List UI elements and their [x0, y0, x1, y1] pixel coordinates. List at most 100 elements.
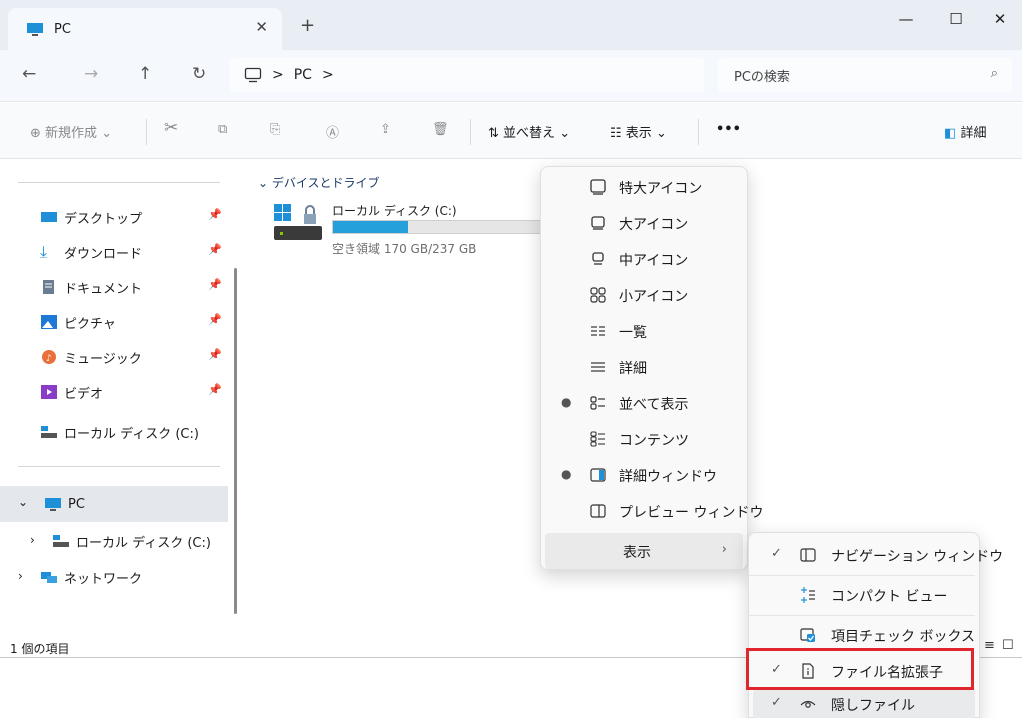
details-icon — [589, 358, 607, 376]
sidebar-item-downloads[interactable]: ⤓ ダウンロード 📌 — [0, 235, 228, 269]
menu-item-label: 中アイコン — [619, 253, 689, 269]
search-input[interactable]: PCの検索 — [734, 66, 790, 85]
chevron-right-icon: › — [721, 542, 727, 557]
forward-icon[interactable]: → — [84, 64, 98, 84]
new-button[interactable]: ⊕ 新規作成 ⌄ — [30, 122, 112, 141]
pin-icon[interactable]: 📌 — [208, 208, 222, 221]
maximize-icon[interactable]: ☐ — [934, 6, 978, 36]
sidebar-item-pc[interactable]: ⌄ PC — [0, 486, 228, 522]
extra-large-icons-icon — [589, 178, 607, 196]
copy-icon[interactable]: ⧉ — [218, 122, 227, 137]
chevron-down-icon[interactable]: ⌄ — [18, 495, 28, 509]
content-icon — [589, 430, 607, 448]
local-disk-icon — [53, 535, 69, 547]
sidebar-item-label: ローカル ディスク (C:) — [64, 426, 199, 442]
delete-icon[interactable]: 🗑 — [432, 122, 449, 137]
add-icon: ⊕ — [30, 126, 41, 141]
menu-item-details-pane[interactable]: ● 詳細ウィンドウ — [545, 457, 743, 493]
sidebar-item-documents[interactable]: ドキュメント 📌 — [0, 270, 228, 304]
breadcrumb-pc[interactable]: PC — [294, 67, 312, 83]
drive-name[interactable]: ローカル ディスク (C:) — [332, 202, 457, 219]
navigation-scrollbar[interactable] — [234, 268, 237, 614]
menu-item-large-icons[interactable]: 大アイコン — [545, 205, 743, 241]
svg-text:♪: ♪ — [46, 354, 52, 364]
menu-item-medium-icons[interactable]: 中アイコン — [545, 241, 743, 277]
medium-icons-icon — [589, 250, 607, 268]
breadcrumb-separator-2[interactable]: > — [322, 67, 334, 83]
details-pane-icon — [589, 466, 607, 484]
back-icon[interactable]: ← — [22, 64, 36, 84]
sidebar-item-desktop[interactable]: デスクトップ 📌 — [0, 200, 228, 234]
cut-icon[interactable]: ✂ — [164, 118, 178, 138]
menu-item-hidden-files[interactable]: ✓ 隠しファイル — [753, 689, 975, 718]
menu-item-navigation-pane[interactable]: ✓ ナビゲーション ウィンドウ — [753, 537, 1003, 573]
details-button[interactable]: ◧ 詳細 — [944, 122, 986, 141]
drive-usage-fill — [333, 221, 409, 233]
address-row: ← → ↑ ↻ > PC > PCの検索 ⌕ — [0, 50, 1022, 102]
sidebar-item-videos[interactable]: ビデオ 📌 — [0, 375, 228, 409]
check-icon: ✓ — [771, 546, 782, 561]
menu-item-preview-pane[interactable]: プレビュー ウィンドウ — [545, 493, 763, 529]
menu-item-details[interactable]: 詳細 — [545, 349, 743, 385]
menu-item-content[interactable]: コンテンツ — [545, 421, 743, 457]
menu-item-extra-large-icons[interactable]: 特大アイコン — [545, 169, 743, 205]
sidebar-item-local-disk[interactable]: ローカル ディスク (C:) — [0, 415, 228, 449]
pc-icon — [27, 22, 43, 36]
highlight-box — [746, 648, 974, 690]
menu-item-small-icons[interactable]: 小アイコン — [545, 277, 743, 313]
document-icon — [43, 280, 54, 294]
new-tab-icon[interactable]: + — [300, 17, 315, 35]
menu-item-compact-view[interactable]: コンパクト ビュー — [753, 577, 975, 613]
sidebar-item-network[interactable]: › ネットワーク — [0, 560, 228, 594]
minimize-icon[interactable]: — — [884, 6, 928, 36]
picture-icon — [41, 315, 57, 329]
sidebar-item-music[interactable]: ♪ ミュージック 📌 — [0, 340, 228, 374]
command-bar: ⊕ 新規作成 ⌄ ✂ ⧉ ⎘ Ⓐ ⇪ 🗑 ⇅ 並べ替え ⌄ ☷ 表示 ⌄ •••… — [0, 103, 1022, 159]
divider — [698, 119, 699, 145]
menu-item-label: プレビュー ウィンドウ — [619, 505, 764, 521]
sidebar-item-pictures[interactable]: ピクチャ 📌 — [0, 305, 228, 339]
up-icon[interactable]: ↑ — [138, 64, 152, 84]
view-button[interactable]: ☷ 表示 ⌄ — [610, 122, 667, 141]
check-icon: ✓ — [771, 695, 782, 710]
group-header[interactable]: ⌄ デバイスとドライブ — [258, 174, 380, 191]
tiles-view-icon[interactable]: ☐ — [1002, 638, 1014, 653]
breadcrumb-separator[interactable]: > — [272, 67, 284, 83]
music-icon: ♪ — [42, 350, 56, 364]
drive-icon[interactable] — [272, 202, 326, 244]
chevron-right-icon[interactable]: › — [18, 569, 23, 583]
pin-icon[interactable]: 📌 — [208, 243, 222, 256]
pin-icon[interactable]: 📌 — [208, 278, 222, 291]
sidebar-item-pc-local-disk[interactable]: › ローカル ディスク (C:) — [0, 524, 228, 558]
sort-button[interactable]: ⇅ 並べ替え ⌄ — [488, 122, 570, 141]
rename-icon[interactable]: Ⓐ — [326, 122, 339, 141]
sort-label: 並べ替え — [503, 126, 556, 141]
refresh-icon[interactable]: ↻ — [192, 64, 206, 84]
chevron-right-icon[interactable]: › — [30, 533, 35, 547]
file-explorer-window: PC ✕ + — ☐ ✕ ← → ↑ ↻ > PC > PCの検索 ⌕ ⊕ 新規… — [0, 0, 1022, 718]
menu-item-show[interactable]: 表示 › — [545, 533, 743, 569]
divider — [749, 575, 975, 576]
tab-pc[interactable]: PC ✕ — [8, 8, 282, 50]
menu-item-label: 大アイコン — [619, 217, 689, 233]
search-box[interactable]: PCの検索 ⌕ — [718, 58, 1012, 92]
sidebar-item-label: デスクトップ — [64, 211, 143, 227]
pin-icon[interactable]: 📌 — [208, 348, 222, 361]
divider — [146, 119, 147, 145]
pin-icon[interactable]: 📌 — [208, 313, 222, 326]
share-icon[interactable]: ⇪ — [380, 122, 391, 137]
details-view-icon[interactable]: ≡ — [984, 638, 995, 653]
paste-icon[interactable]: ⎘ — [270, 122, 280, 137]
more-options-button[interactable]: ••• — [716, 122, 741, 137]
menu-item-label: 小アイコン — [619, 289, 689, 305]
menu-item-label: 隠しファイル — [831, 698, 915, 714]
show-submenu: ✓ ナビゲーション ウィンドウ コンパクト ビュー 項目チェック ボックス ✓ … — [748, 532, 1003, 718]
menu-item-tiles[interactable]: ● 並べて表示 — [545, 385, 743, 421]
view-menu: 特大アイコン 大アイコン 中アイコン 小アイコン 一覧 詳細 ● 並べて表示 コ… — [540, 166, 763, 570]
pin-icon[interactable]: 📌 — [208, 383, 222, 396]
close-window-icon[interactable]: ✕ — [978, 6, 1022, 36]
address-bar[interactable]: > PC > — [230, 58, 704, 92]
local-disk-icon — [41, 426, 57, 438]
close-tab-icon[interactable]: ✕ — [255, 18, 268, 36]
menu-item-list[interactable]: 一覧 — [545, 313, 743, 349]
